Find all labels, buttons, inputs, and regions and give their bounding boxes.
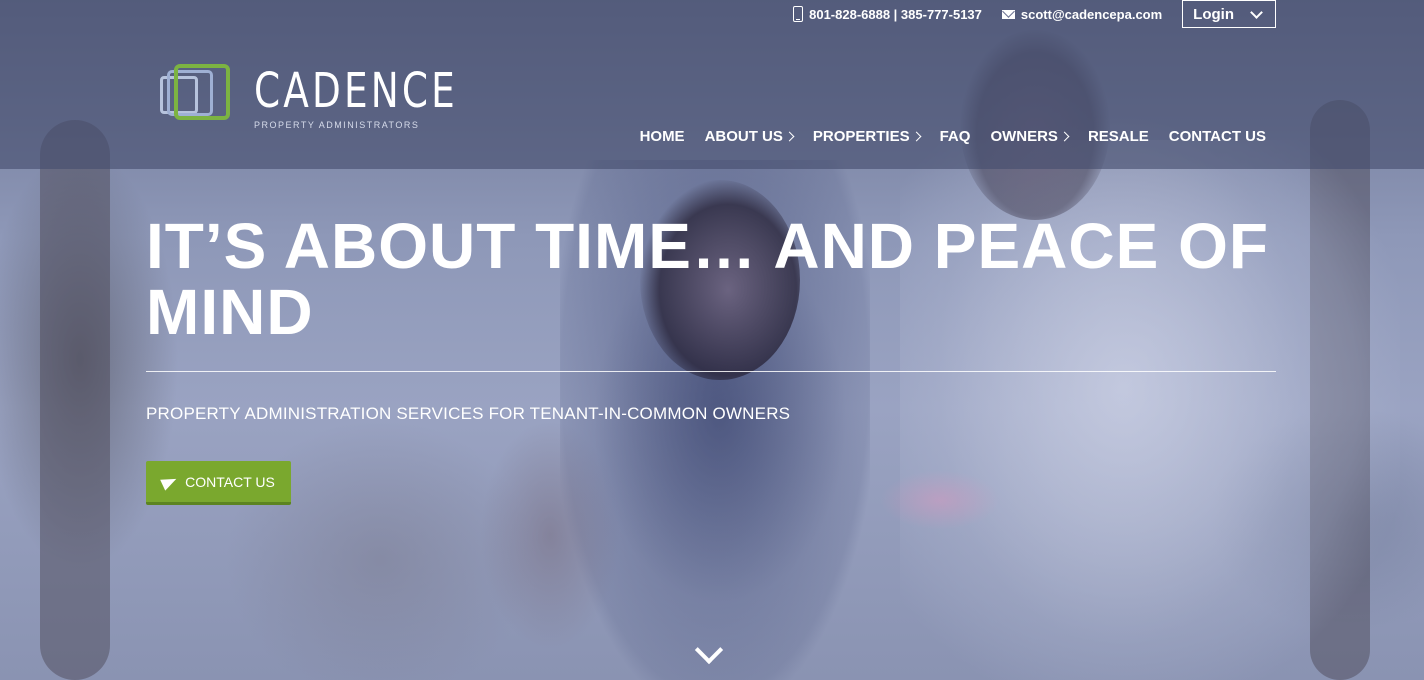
nav-label: OWNERS [990, 128, 1058, 145]
nav-item-about-us[interactable]: ABOUT US [704, 128, 795, 145]
phone-numbers: 801-828-6888 | 385-777-5137 [809, 6, 982, 22]
nav-label: HOME [639, 128, 685, 145]
phone-contact[interactable]: 801-828-6888 | 385-777-5137 [793, 6, 982, 22]
nav-label: FAQ [939, 128, 971, 145]
login-dropdown-button[interactable]: Login [1182, 0, 1276, 28]
logo-name: CADENCE [254, 63, 458, 119]
send-icon [160, 472, 179, 491]
nav-item-faq[interactable]: FAQ [940, 128, 971, 145]
mail-icon [1001, 9, 1015, 19]
hero-subtitle: PROPERTY ADMINISTRATION SERVICES FOR TEN… [146, 404, 791, 423]
nav-item-properties[interactable]: PROPERTIES [812, 128, 922, 145]
site-logo[interactable]: CADENCE PROPERTY ADMINISTRATORS [160, 62, 515, 130]
nav-label: ABOUT US [704, 128, 783, 145]
login-label: Login [1193, 5, 1234, 23]
nav-item-resale[interactable]: RESALE [1088, 128, 1149, 145]
chevron-right-icon [911, 131, 922, 142]
nav-item-home[interactable]: HOME [640, 128, 685, 145]
chevron-right-icon [784, 131, 795, 142]
logo-tagline: PROPERTY ADMINISTRATORS [254, 120, 420, 130]
main-nav: HOME ABOUT US PROPERTIES FAQ OWNERS RESA… [640, 128, 1266, 145]
top-contact-bar: 801-828-6888 | 385-777-5137 scott@cadenc… [793, 0, 1276, 28]
nav-label: CONTACT US [1168, 128, 1266, 145]
nav-item-owners[interactable]: OWNERS [990, 128, 1070, 145]
nav-item-contact-us[interactable]: CONTACT US [1169, 128, 1266, 145]
nav-label: PROPERTIES [812, 128, 910, 145]
chevron-down-icon [1250, 5, 1263, 19]
contact-us-button[interactable]: CONTACT US [146, 461, 291, 505]
email-contact[interactable]: scott@cadencepa.com [1001, 6, 1163, 22]
nav-label: RESALE [1087, 128, 1149, 145]
phone-icon [793, 6, 804, 22]
email-address: scott@cadencepa.com [1020, 6, 1163, 22]
logo-mark-icon [160, 62, 240, 128]
site-header: 801-828-6888 | 385-777-5137 scott@cadenc… [0, 0, 1424, 169]
hero-divider [146, 371, 1276, 372]
contact-us-label: CONTACT US [185, 473, 275, 490]
hero-title: IT’S ABOUT TIME… AND PEACE OF MIND [146, 210, 1269, 348]
chevron-right-icon [1059, 131, 1070, 142]
